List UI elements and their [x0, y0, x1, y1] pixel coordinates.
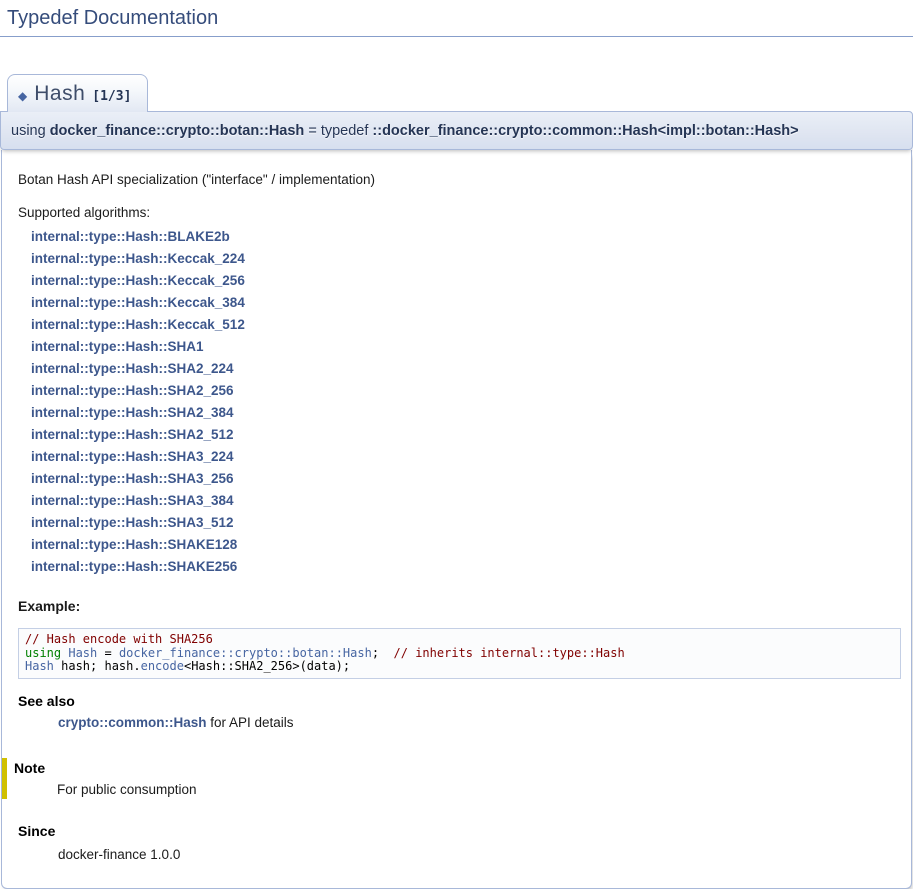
- note-content: For public consumption: [57, 782, 901, 797]
- algorithm-link[interactable]: internal::type::Hash::SHA2_256: [31, 383, 234, 398]
- code-link-encode[interactable]: encode: [141, 659, 184, 673]
- permalink-anchor-icon[interactable]: ◆: [18, 89, 27, 103]
- algorithm-list-item: internal::type::Hash::SHA3_256: [31, 468, 901, 490]
- member-overload-index: [1/3]: [92, 89, 131, 104]
- algorithm-list-item: internal::type::Hash::Keccak_384: [31, 292, 901, 314]
- code-fragment: // Hash encode with SHA256using Hash = d…: [18, 628, 901, 679]
- algorithm-list-item: internal::type::Hash::Keccak_256: [31, 270, 901, 292]
- code-comment: // inherits internal::type::Hash: [394, 646, 625, 660]
- algorithm-list-item: internal::type::Hash::SHA2_512: [31, 424, 901, 446]
- member-documentation: Botan Hash API specialization ("interfac…: [1, 150, 912, 889]
- algorithm-link[interactable]: internal::type::Hash::SHA1: [31, 339, 204, 354]
- algorithm-link[interactable]: internal::type::Hash::Keccak_256: [31, 273, 245, 288]
- algorithm-link[interactable]: internal::type::Hash::Keccak_384: [31, 295, 245, 310]
- algorithm-list: internal::type::Hash::BLAKE2b internal::…: [31, 226, 901, 578]
- algorithm-link[interactable]: internal::type::Hash::Keccak_224: [31, 251, 245, 266]
- algorithm-list-item: internal::type::Hash::SHAKE128: [31, 534, 901, 556]
- example-label: Example:: [18, 598, 895, 614]
- algorithm-list-item: internal::type::Hash::SHAKE256: [31, 556, 901, 578]
- algorithm-list-item: internal::type::Hash::SHA1: [31, 336, 901, 358]
- algorithm-link[interactable]: internal::type::Hash::BLAKE2b: [31, 229, 230, 244]
- since-section: Since docker-finance 1.0.0: [18, 823, 901, 862]
- algorithm-list-item: internal::type::Hash::BLAKE2b: [31, 226, 901, 248]
- see-also-label: See also: [18, 693, 901, 709]
- algorithm-link[interactable]: internal::type::Hash::SHA3_384: [31, 493, 234, 508]
- algorithm-link[interactable]: internal::type::Hash::SHA2_384: [31, 405, 234, 420]
- see-also-link[interactable]: crypto::common::Hash: [58, 715, 207, 730]
- code-link-botan-hash[interactable]: docker_finance::crypto::botan::Hash: [119, 646, 372, 660]
- algorithm-list-item: internal::type::Hash::SHA2_256: [31, 380, 901, 402]
- algorithm-link[interactable]: internal::type::Hash::SHA3_512: [31, 515, 234, 530]
- algorithm-link[interactable]: internal::type::Hash::SHA3_224: [31, 449, 234, 464]
- note-section: Note For public consumption: [2, 758, 901, 799]
- supported-algorithms-label: Supported algorithms:: [18, 205, 895, 220]
- algorithm-link[interactable]: internal::type::Hash::SHA2_512: [31, 427, 234, 442]
- algorithm-link[interactable]: internal::type::Hash::SHA3_256: [31, 471, 234, 486]
- code-line: using Hash = docker_finance::crypto::bot…: [25, 647, 894, 661]
- algorithm-list-item: internal::type::Hash::Keccak_224: [31, 248, 901, 270]
- proto-typedef-name: docker_finance::crypto::botan::Hash: [50, 123, 305, 139]
- code-keyword: using: [25, 646, 61, 660]
- algorithm-list-item: internal::type::Hash::SHA3_224: [31, 446, 901, 468]
- member-title-tab: ◆ Hash [1/3]: [7, 74, 148, 112]
- algorithm-list-item: internal::type::Hash::SHA3_384: [31, 490, 901, 512]
- member-prototype: using docker_finance::crypto::botan::Has…: [0, 111, 913, 150]
- code-link-hash[interactable]: Hash: [68, 646, 97, 660]
- algorithm-link[interactable]: internal::type::Hash::SHA2_224: [31, 361, 234, 376]
- note-label: Note: [14, 760, 901, 776]
- brief-description: Botan Hash API specialization ("interfac…: [18, 172, 895, 187]
- since-label: Since: [18, 823, 901, 839]
- algorithm-list-item: internal::type::Hash::Keccak_512: [31, 314, 901, 336]
- typedef-member-hash: ◆ Hash [1/3] using docker_finance::crypt…: [0, 74, 913, 889]
- proto-typedef-target: ::docker_finance::crypto::common::Hash<i…: [372, 123, 798, 139]
- algorithm-list-item: internal::type::Hash::SHA2_224: [31, 358, 901, 380]
- page-title: Typedef Documentation: [0, 0, 913, 37]
- member-title-label: Hash: [34, 82, 85, 106]
- code-line: Hash hash; hash.encode<Hash::SHA2_256>(d…: [25, 660, 894, 674]
- code-comment: // Hash encode with SHA256: [25, 632, 213, 646]
- algorithm-list-item: internal::type::Hash::SHA3_512: [31, 512, 901, 534]
- algorithm-link[interactable]: internal::type::Hash::SHAKE256: [31, 559, 237, 574]
- proto-using-keyword: using: [11, 123, 50, 139]
- code-line: // Hash encode with SHA256: [25, 633, 894, 647]
- algorithm-link[interactable]: internal::type::Hash::SHAKE128: [31, 537, 237, 552]
- see-also-content: crypto::common::Hash for API details: [58, 715, 901, 730]
- see-also-section: See also crypto::common::Hash for API de…: [18, 693, 901, 730]
- algorithm-link[interactable]: internal::type::Hash::Keccak_512: [31, 317, 245, 332]
- since-content: docker-finance 1.0.0: [58, 847, 901, 862]
- proto-connector: = typedef: [304, 123, 372, 139]
- code-link-hash[interactable]: Hash: [25, 659, 54, 673]
- algorithm-list-item: internal::type::Hash::SHA2_384: [31, 402, 901, 424]
